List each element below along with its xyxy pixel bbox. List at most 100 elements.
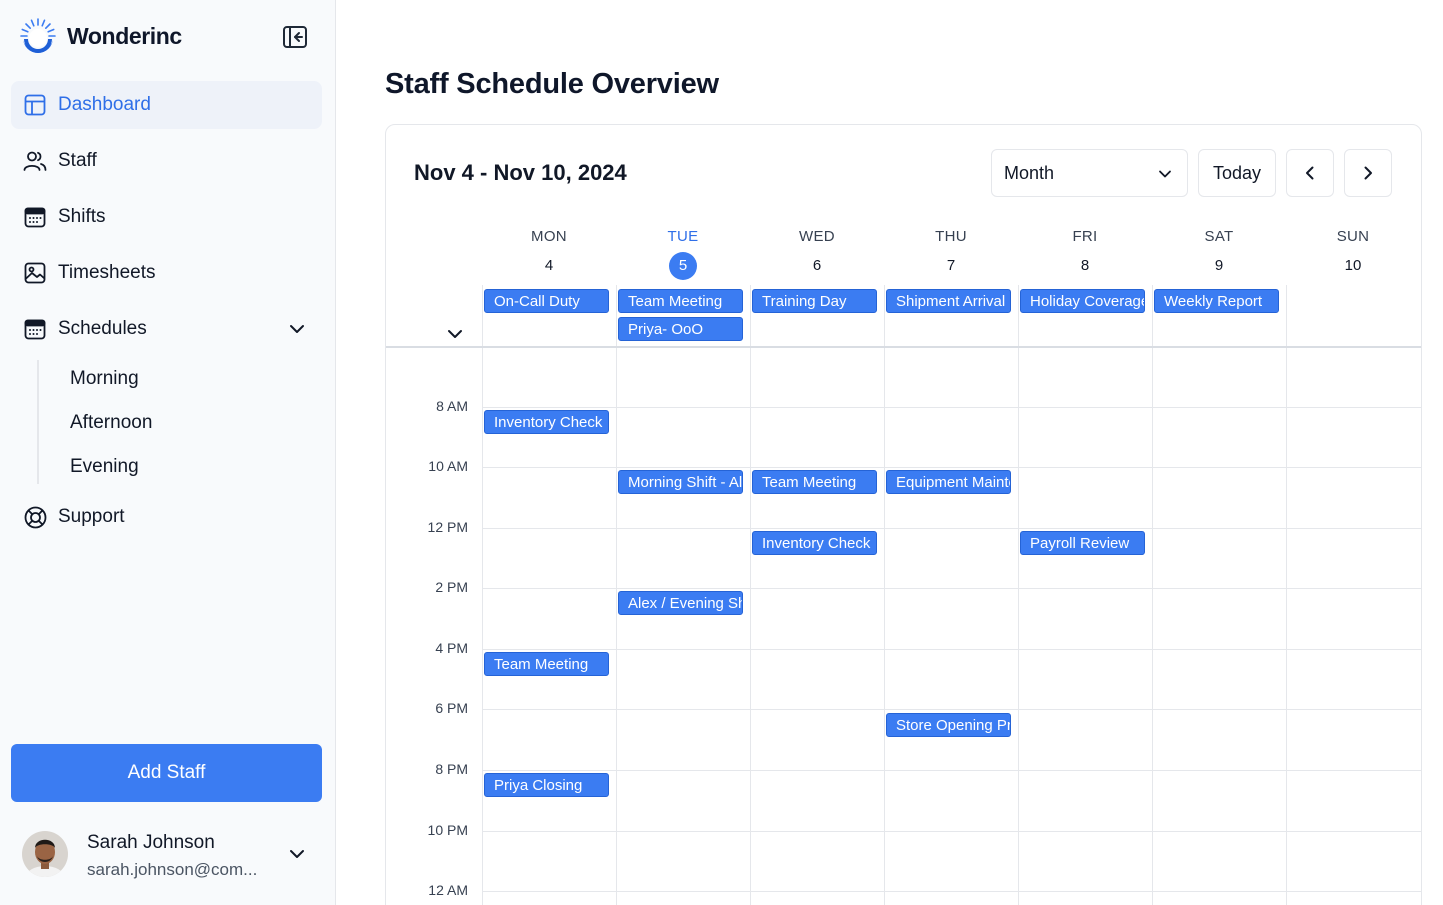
expand-all-day-chevron-icon[interactable] [446, 325, 464, 343]
user-email: sarah.johnson@com... [87, 860, 258, 879]
timed-event[interactable]: Team Meeting [484, 652, 609, 676]
next-button[interactable] [1344, 149, 1392, 197]
day-name: THU [935, 228, 967, 245]
grid-column-line [1286, 285, 1287, 905]
grid-row-line [482, 831, 1421, 832]
sidebar: Wonderinc Dashboard Staff Shifts Timeshe… [0, 0, 336, 905]
time-label: 8 PM [435, 761, 468, 777]
grid-row-line [482, 407, 1421, 408]
users-icon [23, 149, 47, 173]
day-number: 8 [1080, 257, 1090, 274]
timed-event[interactable]: Payroll Review [1020, 531, 1145, 555]
day-name: FRI [1072, 228, 1098, 245]
sidebar-item-timesheets[interactable]: Timesheets [11, 249, 322, 297]
lifebuoy-icon [23, 505, 47, 529]
today-button[interactable]: Today [1198, 149, 1276, 197]
day-name: MON [531, 228, 567, 245]
chevron-down-icon[interactable] [287, 844, 307, 864]
day-name: SAT [1204, 228, 1234, 245]
sidebar-item-support[interactable]: Support [11, 493, 322, 541]
time-label: 4 PM [435, 640, 468, 656]
time-label: 12 AM [428, 882, 468, 898]
all-day-event[interactable]: Holiday Coverage [1020, 289, 1145, 313]
sidebar-item-label: Support [58, 506, 125, 527]
all-day-event[interactable]: Shipment Arrival [886, 289, 1011, 313]
view-select[interactable]: Month [991, 149, 1188, 197]
user-name: Sarah Johnson [87, 832, 215, 853]
today-badge: 5 [669, 252, 697, 280]
timed-event[interactable]: Morning Shift - Alex [618, 470, 743, 494]
page-title: Staff Schedule Overview [385, 68, 719, 100]
day-number-today: 5 [616, 252, 750, 284]
calendar-icon [23, 317, 47, 341]
all-day-event[interactable]: On-Call Duty [484, 289, 609, 313]
all-day-event[interactable]: Training Day [752, 289, 877, 313]
chevron-left-icon [1306, 166, 1314, 180]
submenu-divider [37, 360, 39, 484]
grid-column-line [750, 285, 751, 905]
chevron-right-icon [1364, 166, 1372, 180]
sidebar-item-label: Schedules [58, 318, 147, 339]
grid-row-line [482, 528, 1421, 529]
grid-row-line [482, 770, 1421, 771]
day-number: 9 [1214, 257, 1224, 274]
brand-logo-icon [20, 18, 56, 53]
sidebar-collapse-button[interactable] [281, 24, 309, 50]
timed-event[interactable]: Priya Closing [484, 773, 609, 797]
sidebar-collapse-icon [283, 26, 307, 48]
day-name: TUE [667, 228, 699, 245]
all-day-separator [386, 346, 1421, 348]
layout-icon [23, 93, 47, 117]
grid-row-line [482, 588, 1421, 589]
chevron-down-icon [290, 325, 304, 333]
calendar-range-title: Nov 4 - Nov 10, 2024 [414, 160, 627, 185]
sidebar-subitem-afternoon[interactable]: Afternoon [58, 405, 308, 441]
sidebar-item-staff[interactable]: Staff [11, 137, 322, 185]
view-select-value: Month [1004, 162, 1055, 183]
day-number: 6 [812, 257, 822, 274]
user-profile[interactable]: Sarah Johnson sarah.johnson@com... [22, 830, 322, 879]
all-day-event[interactable]: Weekly Report [1154, 289, 1279, 313]
time-label: 10 PM [427, 822, 468, 838]
brand[interactable]: Wonderinc [18, 16, 182, 56]
sidebar-item-label: Staff [58, 150, 97, 171]
sidebar-subitem-evening[interactable]: Evening [58, 449, 308, 485]
all-day-event[interactable]: Team Meeting [618, 289, 743, 313]
day-name: SUN [1336, 228, 1370, 245]
time-label: 10 AM [428, 458, 468, 474]
timed-event[interactable]: Team Meeting [752, 470, 877, 494]
timed-event[interactable]: Inventory Check [752, 531, 877, 555]
grid-row-line [482, 467, 1421, 468]
time-label: 12 PM [427, 519, 468, 535]
grid-row-line [482, 649, 1421, 650]
avatar [22, 831, 68, 877]
day-number: 4 [544, 257, 554, 274]
sidebar-item-schedules[interactable]: Schedules [11, 305, 322, 353]
time-label: 2 PM [435, 579, 468, 595]
add-staff-button[interactable]: Add Staff [11, 744, 322, 802]
sidebar-subitem-morning[interactable]: Morning [58, 361, 308, 397]
brand-name: Wonderinc [67, 22, 182, 49]
grid-column-line [616, 285, 617, 905]
timed-event[interactable]: Inventory Check [484, 410, 609, 434]
day-number: 7 [946, 257, 956, 274]
sidebar-item-label: Shifts [58, 206, 106, 227]
sidebar-item-label: Dashboard [58, 94, 151, 115]
sidebar-item-shifts[interactable]: Shifts [11, 193, 322, 241]
day-name: WED [799, 228, 835, 245]
calendar-icon [23, 205, 47, 229]
timed-event[interactable]: Store Opening Prep [886, 713, 1011, 737]
image-icon [23, 261, 47, 285]
prev-button[interactable] [1286, 149, 1334, 197]
grid-row-line [482, 709, 1421, 710]
sidebar-item-label: Timesheets [58, 262, 156, 283]
grid-column-line [1152, 285, 1153, 905]
grid-column-line [884, 285, 885, 905]
all-day-event[interactable]: Priya- OoO [618, 317, 743, 341]
timed-event[interactable]: Alex / Evening Shift [618, 591, 743, 615]
time-label: 8 AM [436, 398, 468, 414]
sidebar-item-dashboard[interactable]: Dashboard [11, 81, 322, 129]
timed-event[interactable]: Equipment Maintenance [886, 470, 1011, 494]
chevron-down-icon [1159, 170, 1171, 178]
calendar-card: Nov 4 - Nov 10, 2024 Month Today MON 4 T… [385, 124, 1422, 905]
